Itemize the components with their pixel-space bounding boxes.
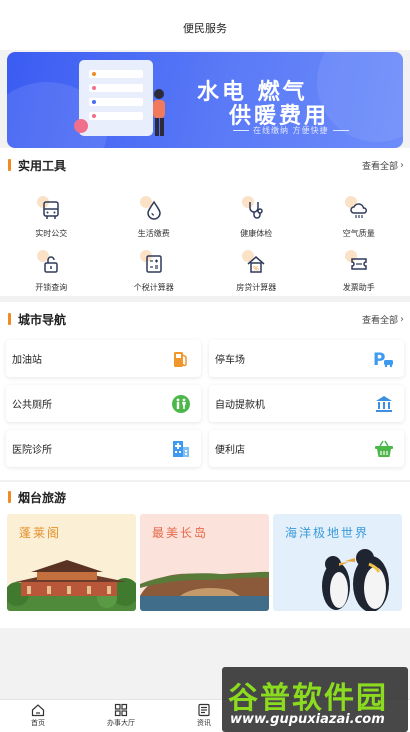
watermark-text: 谷普软件园 bbox=[228, 681, 388, 716]
svg-text:%: % bbox=[253, 266, 259, 273]
tools-header: 实用工具 查看全部 › bbox=[0, 148, 410, 182]
calculator-icon bbox=[146, 255, 162, 273]
nav-label: 医院诊所 bbox=[12, 445, 52, 456]
fuel-pump-icon bbox=[174, 351, 187, 367]
nav-label: 公共厕所 bbox=[12, 400, 52, 411]
tour-section: 烟台旅游 蓬莱阁 最美长岛 海洋极地世界 bbox=[0, 482, 410, 628]
tool-label: 发票助手 bbox=[342, 283, 375, 292]
watermark-logo: 谷普软件园 www.gupuxiazai.com bbox=[222, 667, 408, 732]
tool-label: 生活缴费 bbox=[137, 229, 170, 238]
section-title: 烟台旅游 bbox=[18, 490, 67, 505]
tool-label: 实时公交 bbox=[35, 229, 68, 238]
hospital-icon bbox=[173, 440, 189, 457]
island-image-icon bbox=[140, 571, 269, 611]
tab-home[interactable]: 首页 bbox=[8, 703, 68, 728]
nav-parking[interactable]: 停车场 P bbox=[209, 340, 404, 377]
parking-icon: P bbox=[373, 350, 393, 369]
water-drop-icon bbox=[146, 200, 161, 220]
nav-label: 停车场 bbox=[215, 355, 245, 366]
pavilion-image-icon bbox=[7, 560, 136, 611]
lock-icon bbox=[44, 256, 58, 273]
tour-card-penglai[interactable]: 蓬莱阁 bbox=[7, 514, 136, 611]
tool-payment[interactable]: 生活缴费 bbox=[103, 192, 206, 246]
page-title: 便民服务 bbox=[183, 22, 227, 35]
nav-hospital[interactable]: 医院诊所 bbox=[6, 430, 201, 467]
nav-label: 加油站 bbox=[12, 355, 42, 366]
tool-air[interactable]: 空气质量 bbox=[308, 192, 410, 246]
section-title: 城市导航 bbox=[18, 312, 67, 327]
tab-label: 首页 bbox=[31, 719, 45, 727]
nav-label: 自动提款机 bbox=[215, 400, 265, 411]
promo-banner[interactable]: 水电 燃气 供暖费用 在线缴纳 方便快捷 bbox=[7, 52, 403, 148]
tool-label: 开锁查询 bbox=[35, 283, 68, 292]
tool-bus[interactable]: 实时公交 bbox=[0, 192, 103, 246]
nav-atm[interactable]: 自动提款机 bbox=[209, 385, 404, 422]
tools-grid: 实时公交 生活缴费 健康体检 空气质量 开锁查询 个税计算器 % 房贷计算器 发… bbox=[0, 182, 410, 300]
ticket-icon bbox=[351, 258, 367, 270]
tab-label: 办事大厅 bbox=[107, 719, 135, 727]
tab-label: 资讯 bbox=[197, 719, 211, 727]
tool-label: 空气质量 bbox=[342, 229, 375, 238]
tour-header: 烟台旅游 bbox=[0, 482, 410, 512]
tool-tax[interactable]: 个税计算器 bbox=[103, 246, 206, 300]
banner-illustration-icon bbox=[74, 60, 165, 136]
grid-icon bbox=[114, 703, 128, 717]
nav-convenience-store[interactable]: 便利店 bbox=[209, 430, 404, 467]
accent-bar bbox=[8, 159, 11, 171]
news-icon bbox=[198, 703, 210, 717]
view-all-link[interactable]: 查看全部 › bbox=[362, 313, 404, 326]
svg-text:P: P bbox=[373, 350, 385, 369]
house-icon: % bbox=[247, 256, 265, 273]
tool-invoice[interactable]: 发票助手 bbox=[308, 246, 410, 300]
tour-card-changdao[interactable]: 最美长岛 bbox=[140, 514, 269, 611]
bus-icon bbox=[43, 201, 59, 219]
tool-label: 个税计算器 bbox=[133, 283, 174, 292]
watermark-url: www.gupuxiazai.com bbox=[230, 712, 385, 727]
tool-label: 健康体检 bbox=[240, 229, 273, 238]
tour-card-ocean-world[interactable]: 海洋极地世界 bbox=[273, 514, 402, 611]
tour-cards: 蓬莱阁 最美长岛 海洋极地世界 bbox=[0, 512, 410, 611]
nav-label: 便利店 bbox=[215, 445, 245, 456]
tool-mortgage[interactable]: % 房贷计算器 bbox=[205, 246, 308, 300]
bank-icon bbox=[376, 395, 392, 412]
tab-service-hall[interactable]: 办事大厅 bbox=[91, 703, 151, 728]
stethoscope-icon bbox=[249, 202, 263, 219]
tool-health[interactable]: 健康体检 bbox=[205, 192, 308, 246]
app-header: 便民服务 bbox=[0, 0, 410, 50]
tool-lock[interactable]: 开锁查询 bbox=[0, 246, 103, 300]
penguin-image-icon bbox=[322, 549, 389, 611]
nav-header: 城市导航 查看全部 › bbox=[0, 302, 410, 336]
tool-label: 房贷计算器 bbox=[236, 283, 277, 292]
accent-bar bbox=[8, 313, 11, 325]
section-title: 实用工具 bbox=[18, 158, 67, 173]
chevron-right-icon: › bbox=[400, 313, 404, 325]
view-all-link[interactable]: 查看全部 › bbox=[362, 159, 404, 172]
cloud-icon bbox=[350, 203, 367, 218]
nav-toilet[interactable]: 公共厕所 bbox=[6, 385, 201, 422]
banner-subtitle: 在线缴纳 方便快捷 bbox=[229, 125, 353, 136]
accent-bar bbox=[8, 491, 11, 503]
nav-grid: 加油站 停车场 P 公共厕所 自动提款机 医院诊所 便利店 bbox=[0, 336, 410, 477]
nav-section: 城市导航 查看全部 › 加油站 停车场 P 公共厕所 自动提款机 医院诊所 便利店 bbox=[0, 302, 410, 480]
home-icon bbox=[31, 704, 45, 717]
toilet-icon bbox=[172, 394, 190, 413]
tools-section: 实用工具 查看全部 › 实时公交 生活缴费 健康体检 空气质量 开锁查询 个税计… bbox=[0, 148, 410, 296]
basket-icon bbox=[375, 440, 393, 457]
chevron-right-icon: › bbox=[400, 159, 404, 171]
nav-gas-station[interactable]: 加油站 bbox=[6, 340, 201, 377]
